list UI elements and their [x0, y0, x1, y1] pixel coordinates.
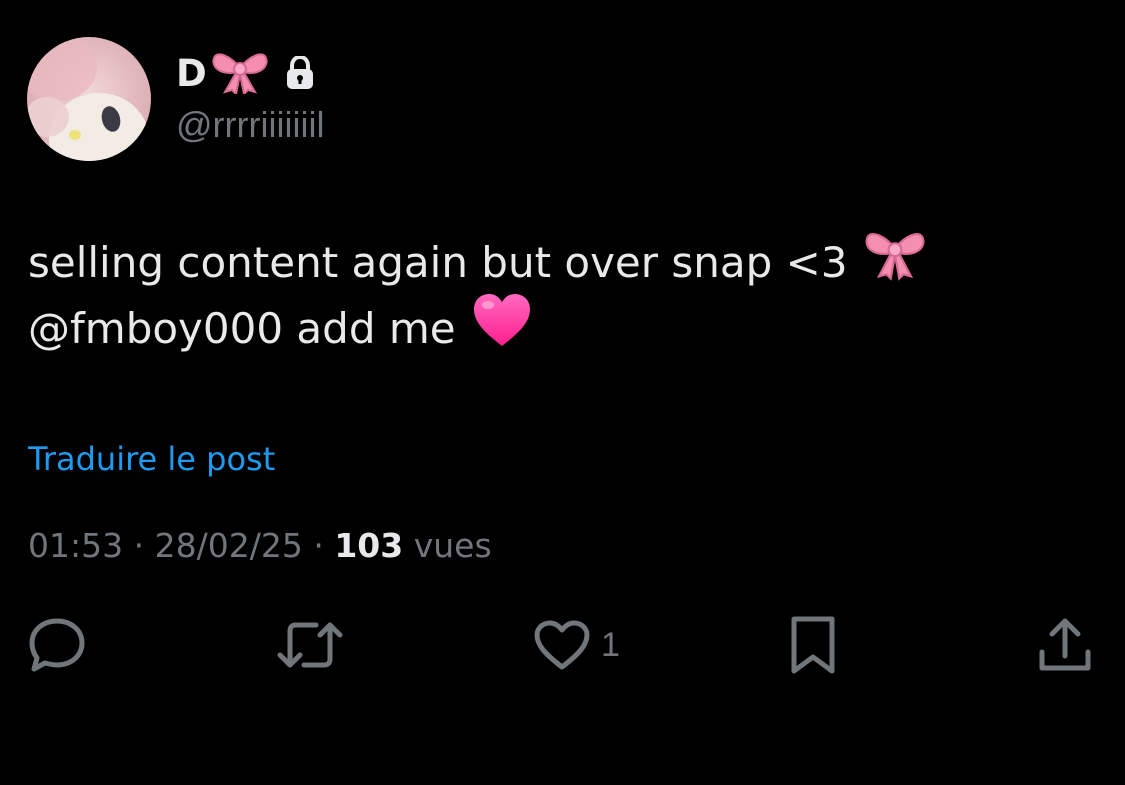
bookmark-icon [791, 616, 835, 674]
tweet-line-2-text: @fmboy000 add me [28, 304, 456, 353]
share-button[interactable] [1036, 612, 1094, 678]
tweet-line-1: selling content again but over snap <3 [28, 230, 1108, 296]
meta-separator: · [133, 526, 145, 565]
meta-separator: · [313, 526, 324, 565]
pink-heart-emoji [472, 292, 532, 367]
tweet-meta: 01:53 · 28/02/25 · 103 vues [28, 526, 492, 565]
tweet-text: selling content again but over snap <3 @… [28, 230, 1108, 362]
ribbon-emoji [211, 48, 269, 98]
heart-outline-icon [534, 620, 590, 670]
author-handle[interactable]: @rrrriiiiiiil [176, 104, 324, 146]
tweet-time[interactable]: 01:53 [28, 526, 123, 565]
like-button[interactable]: 1 [533, 612, 620, 678]
avatar-image [27, 37, 151, 161]
views-label: vues [413, 526, 492, 565]
translate-post-link[interactable]: Traduire le post [28, 440, 275, 478]
reply-button[interactable] [28, 612, 86, 678]
bookmark-button[interactable] [789, 612, 837, 678]
views-count: 103 [334, 526, 404, 565]
tweet-date[interactable]: 28/02/25 [155, 526, 303, 565]
tweet-line-1-text: selling content again but over snap <3 [28, 238, 848, 287]
retweet-button[interactable] [276, 612, 344, 678]
like-count: 1 [601, 625, 620, 664]
author-name-row[interactable]: D [176, 48, 315, 98]
ribbon-emoji [864, 226, 926, 301]
display-name[interactable]: D [176, 52, 207, 95]
retweet-icon [277, 622, 343, 668]
tweet-line-2: @fmboy000 add me [28, 293, 1108, 362]
lock-icon [285, 54, 315, 94]
avatar[interactable] [27, 37, 151, 161]
share-icon [1039, 618, 1091, 671]
reply-icon [29, 618, 85, 672]
